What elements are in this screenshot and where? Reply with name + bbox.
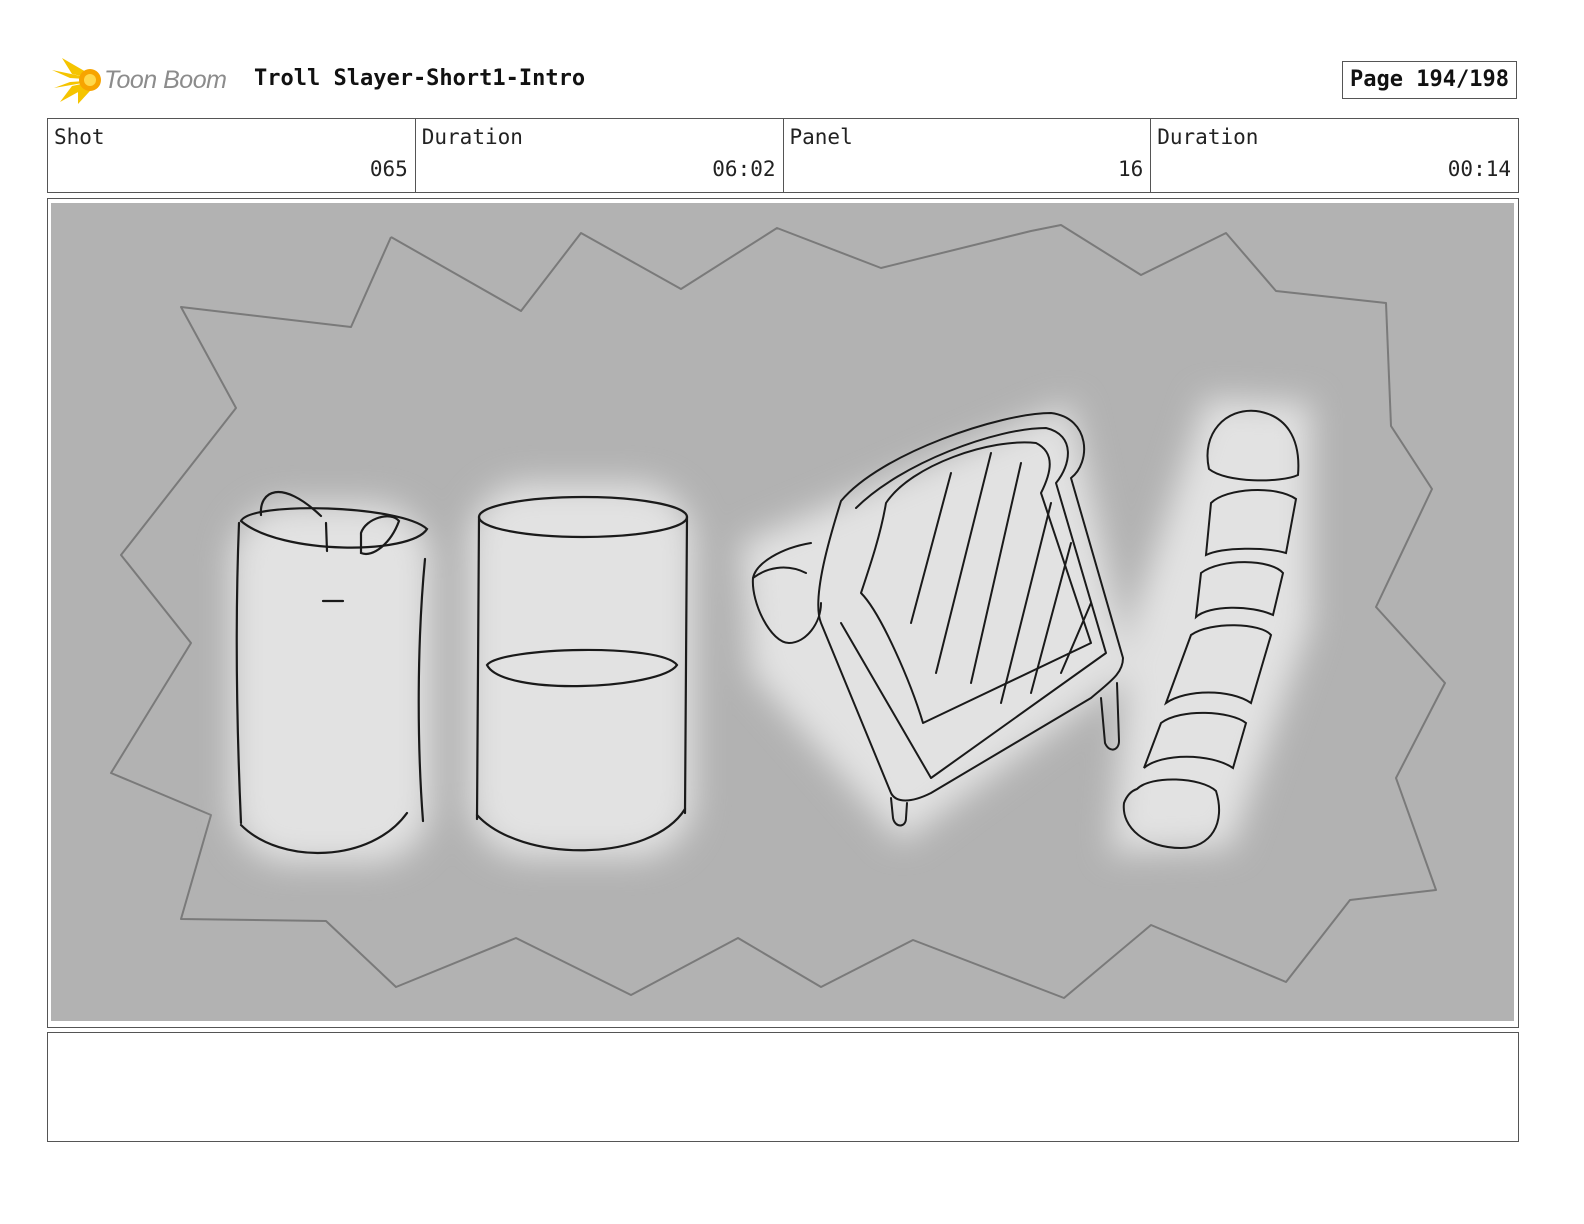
- panel-label: Panel: [789, 125, 853, 149]
- shot-duration-cell: Duration 06:02: [416, 119, 784, 192]
- panel-duration-label: Duration: [1157, 125, 1259, 149]
- document-title: Troll Slayer-Short1-Intro: [254, 66, 586, 91]
- panel-sketch-image: [51, 203, 1514, 1021]
- shot-duration-label: Duration: [421, 125, 523, 149]
- toon-boom-logo: Toon Boom: [52, 56, 242, 106]
- shot-cell: Shot 065: [48, 119, 416, 192]
- shot-value: 065: [369, 157, 408, 181]
- logo-burst-icon: [52, 58, 101, 104]
- panel-cell: Panel 16: [784, 119, 1152, 192]
- shot-info-table: Shot 065 Duration 06:02 Panel 16 Duratio…: [47, 118, 1519, 193]
- logo-text: Toon Boom: [104, 66, 227, 94]
- panel-duration-value: 00:14: [1447, 157, 1511, 181]
- panel-duration-cell: Duration 00:14: [1151, 119, 1518, 192]
- shot-duration-value: 06:02: [712, 157, 776, 181]
- page-indicator: Page 194/198: [1342, 61, 1517, 99]
- panel-notes-box: [47, 1032, 1519, 1142]
- sketch-drawing: [110, 224, 1446, 999]
- panel-value: 16: [1117, 157, 1144, 181]
- storyboard-panel: [47, 198, 1519, 1028]
- shot-label: Shot: [54, 125, 105, 149]
